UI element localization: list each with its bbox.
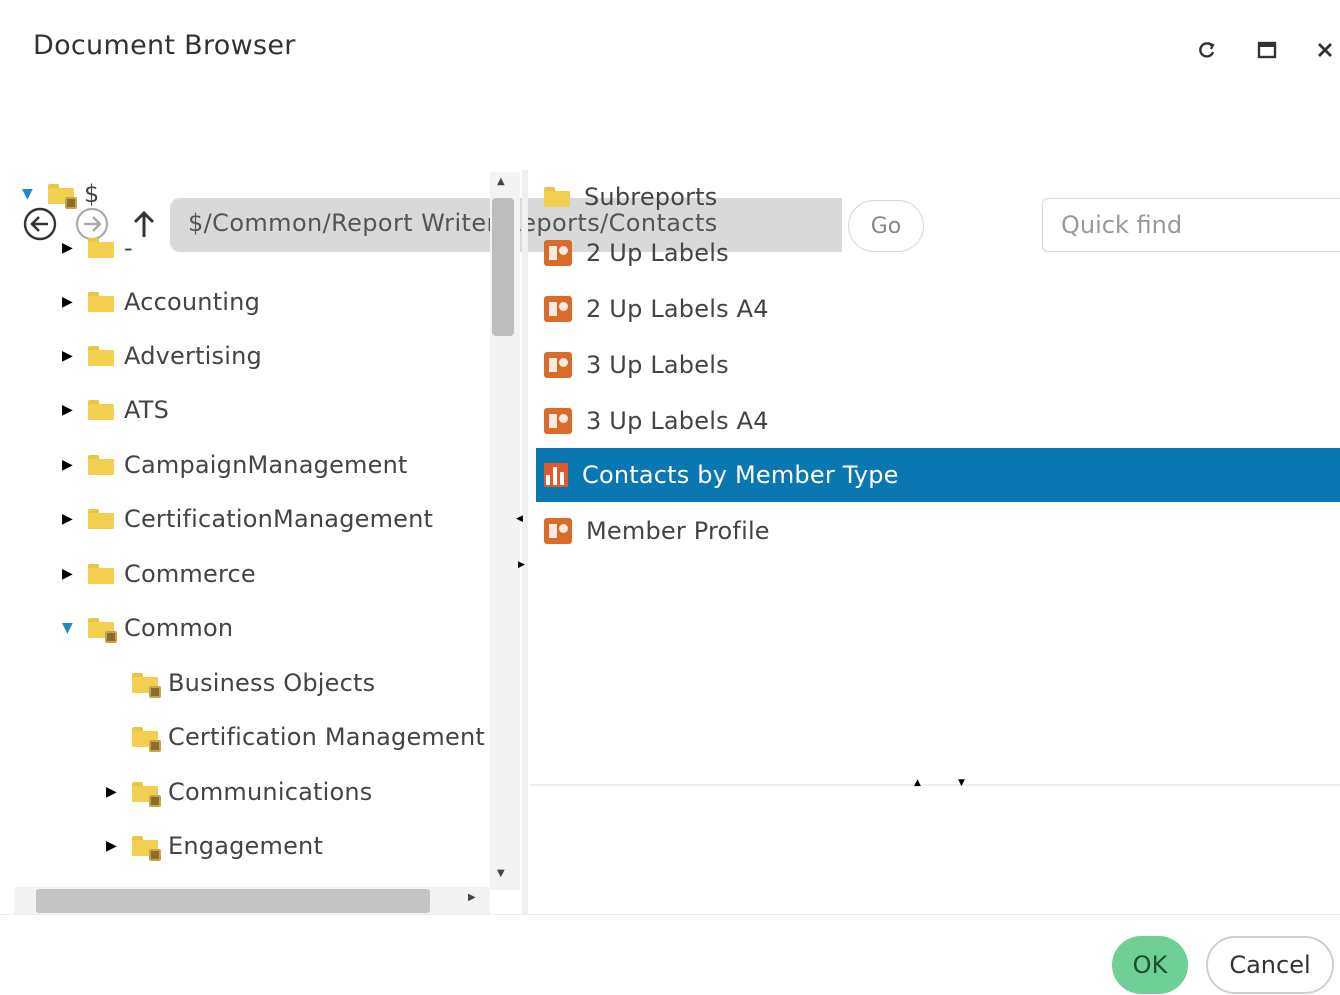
tree-item-communications[interactable]: ▶ Communications: [106, 770, 372, 814]
report-icon: [544, 352, 572, 378]
tree-item-advertising[interactable]: ▶ Advertising: [62, 334, 262, 378]
bar-chart-icon: [544, 463, 568, 487]
expand-toggle-icon[interactable]: ▶: [106, 784, 128, 800]
scroll-up-icon[interactable]: ▲: [497, 176, 505, 187]
document-list: Subreports 2 Up Labels 2 Up Labels A4 3 …: [530, 170, 1340, 770]
ok-button[interactable]: OK: [1112, 936, 1188, 994]
tree-vertical-scrollbar[interactable]: ▲ ▼: [490, 172, 520, 890]
scroll-right-icon[interactable]: ▶: [468, 892, 476, 903]
expand-toggle-icon[interactable]: ▼: [62, 620, 84, 636]
list-item-report[interactable]: Member Profile: [536, 504, 1340, 558]
dialog-title: Document Browser: [33, 30, 296, 61]
expand-toggle-icon[interactable]: ▶: [62, 511, 84, 527]
expand-toggle-icon[interactable]: ▼: [22, 186, 44, 202]
preview-pane: [530, 788, 1340, 914]
expand-toggle-icon[interactable]: ▶: [62, 457, 84, 473]
report-icon: [544, 296, 572, 322]
locked-folder-icon: [48, 184, 77, 209]
expand-toggle-icon[interactable]: ▶: [62, 294, 84, 310]
expand-toggle-icon[interactable]: ▶: [62, 348, 84, 364]
folder-icon: [88, 455, 114, 475]
tree-item-certification-management-sub[interactable]: Certification Management: [106, 715, 485, 759]
footer-divider: [0, 914, 1340, 915]
report-icon: [544, 408, 572, 434]
locked-folder-icon: [88, 618, 117, 643]
report-icon: [544, 518, 572, 544]
tree-item-campaign-management[interactable]: ▶ CampaignManagement: [62, 443, 408, 487]
expand-toggle-icon[interactable]: ▶: [62, 240, 84, 256]
preview-divider[interactable]: [530, 784, 1340, 786]
collapse-left-icon[interactable]: ◀: [516, 514, 523, 524]
tree-item-business-objects[interactable]: Business Objects: [106, 661, 375, 705]
locked-folder-icon: [132, 673, 161, 698]
tree-item-commerce[interactable]: ▶ Commerce: [62, 552, 256, 596]
maximize-icon[interactable]: [1252, 35, 1282, 65]
scrollbar-thumb[interactable]: [492, 198, 514, 336]
tree-item-common[interactable]: ▼ Common: [62, 606, 233, 650]
locked-folder-icon: [132, 782, 161, 807]
tree-item-engagement[interactable]: ▶ Engagement: [106, 824, 323, 868]
cancel-button[interactable]: Cancel: [1206, 936, 1334, 994]
tree-item-root[interactable]: ▼ $: [22, 172, 99, 216]
list-item-report[interactable]: 2 Up Labels: [536, 226, 1340, 280]
expand-toggle-icon[interactable]: ▶: [62, 402, 84, 418]
list-item-report[interactable]: 3 Up Labels: [536, 338, 1340, 392]
title-bar: Document Browser: [0, 0, 1340, 95]
tree-item-certification-management[interactable]: ▶ CertificationManagement: [62, 497, 433, 541]
pane-splitter[interactable]: [522, 170, 528, 915]
tree-horizontal-scrollbar[interactable]: ▶: [14, 887, 490, 915]
folder-icon: [88, 238, 114, 258]
scrollbar-thumb[interactable]: [36, 889, 430, 913]
scroll-down-icon[interactable]: ▼: [497, 868, 505, 879]
list-item-subreports[interactable]: Subreports: [536, 170, 1340, 224]
split-up-icon[interactable]: ▲: [914, 778, 921, 788]
close-icon[interactable]: [1310, 35, 1340, 65]
folder-icon: [88, 509, 114, 529]
folder-icon: [88, 346, 114, 366]
folder-icon: [88, 400, 114, 420]
folder-tree: ▼ $ ▶ - ▶ Accounting ▶ Advertising ▶ ATS…: [10, 170, 490, 882]
folder-icon: [88, 292, 114, 312]
tree-item-dash[interactable]: ▶ -: [62, 226, 133, 270]
expand-right-icon[interactable]: ▶: [518, 560, 525, 570]
report-icon: [544, 240, 572, 266]
tree-item-accounting[interactable]: ▶ Accounting: [62, 280, 260, 324]
list-item-report[interactable]: 2 Up Labels A4: [536, 282, 1340, 336]
refresh-icon[interactable]: [1192, 35, 1222, 65]
folder-icon: [88, 564, 114, 584]
expand-toggle-icon[interactable]: ▶: [106, 838, 128, 854]
locked-folder-icon: [132, 727, 161, 752]
list-item-selected-chart[interactable]: Contacts by Member Type: [536, 448, 1340, 502]
list-item-report[interactable]: 3 Up Labels A4: [536, 394, 1340, 448]
toolbar: $/Common/Report Writer/Reports/Contacts …: [0, 96, 1340, 252]
split-down-icon[interactable]: ▼: [958, 778, 965, 788]
folder-icon: [544, 187, 570, 207]
expand-toggle-icon[interactable]: ▶: [62, 566, 84, 582]
locked-folder-icon: [132, 836, 161, 861]
tree-item-ats[interactable]: ▶ ATS: [62, 388, 169, 432]
